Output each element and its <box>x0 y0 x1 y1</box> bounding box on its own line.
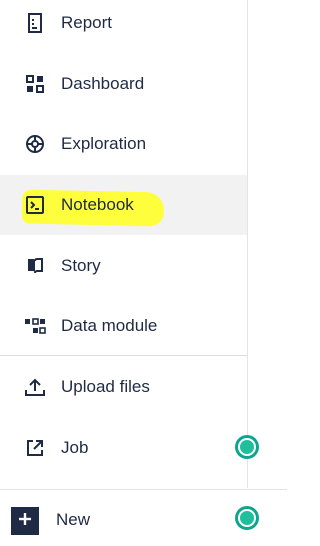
upload-icon <box>24 376 46 398</box>
menu-item-label: Data module <box>61 316 158 335</box>
job-icon <box>24 437 46 459</box>
status-indicator-icon <box>238 438 256 456</box>
report-icon <box>24 12 46 34</box>
dashboard-icon <box>24 73 46 95</box>
menu-item-label: Job <box>61 438 89 457</box>
app-page: Report Dashboard Exploration Notebook St… <box>0 0 287 546</box>
menu-item-notebook[interactable]: Notebook <box>0 175 247 235</box>
menu-item-story[interactable]: Story <box>0 236 247 296</box>
menu-item-data-module[interactable]: Data module <box>0 296 247 356</box>
menu-item-exploration[interactable]: Exploration <box>0 114 247 174</box>
plus-icon <box>17 511 33 532</box>
menu-item-report[interactable]: Report <box>0 0 247 53</box>
data-module-icon <box>24 315 46 337</box>
story-icon <box>24 255 46 277</box>
menu-item-label: Report <box>61 13 113 32</box>
notebook-icon <box>24 194 46 216</box>
menu-item-dashboard[interactable]: Dashboard <box>0 54 247 114</box>
menu-item-label: Upload files <box>61 377 150 396</box>
menu-item-label: Notebook <box>61 195 134 214</box>
menu-item-job[interactable]: Job <box>0 418 247 478</box>
new-label: New <box>56 510 91 529</box>
menu-item-label: Exploration <box>61 134 147 153</box>
menu-item-label: Dashboard <box>61 74 145 93</box>
menu-item-label: Story <box>61 256 101 275</box>
exploration-icon <box>24 133 46 155</box>
menu-divider <box>0 355 247 356</box>
new-button[interactable] <box>11 507 39 535</box>
menu-item-upload-files[interactable]: Upload files <box>0 357 247 417</box>
new-item-menu: Report Dashboard Exploration Notebook St… <box>0 0 248 488</box>
status-indicator-icon <box>238 509 256 527</box>
